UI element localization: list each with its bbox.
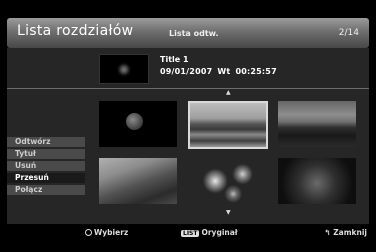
scroll-up-icon[interactable]: ▲	[226, 89, 231, 96]
chapter-list-screen: Lista rozdziałów Lista odtw. 2/14 Title …	[0, 0, 376, 252]
chapter-thumbnail-1[interactable]	[99, 101, 177, 147]
menu-item-combine[interactable]: Połącz	[7, 185, 85, 195]
close-hint: ↰ Zamknij	[324, 228, 367, 237]
header-bar: Lista rozdziałów Lista odtw. 2/14	[7, 18, 369, 48]
menu-item-delete[interactable]: Usuń	[7, 161, 85, 171]
close-label: Zamknij	[333, 228, 367, 237]
title-date: 09/01/2007	[160, 67, 213, 76]
list-button-icon: LIST	[181, 230, 200, 237]
selected-title-thumbnail	[99, 54, 149, 84]
scroll-down-icon[interactable]: ▼	[226, 209, 231, 216]
chapter-thumbnail-3[interactable]	[278, 101, 356, 147]
selected-title-meta: 09/01/2007 Wt 00:25:57	[160, 67, 282, 76]
select-label: Wybierz	[94, 228, 129, 237]
footer-hints: Wybierz LIST Oryginał ↰ Zamknij	[7, 224, 369, 240]
select-hint: Wybierz	[85, 228, 128, 237]
menu-item-move[interactable]: Przesuń	[7, 173, 85, 183]
title-weekday: Wt	[217, 67, 231, 76]
enter-button-icon	[85, 229, 92, 236]
menu-item-title[interactable]: Tytuł	[7, 149, 85, 159]
options-menu: Odtwórz Tytuł Usuń Przesuń Połącz	[7, 137, 85, 197]
playlist-tab[interactable]: Lista odtw.	[169, 29, 219, 38]
chapter-thumbnail-4[interactable]	[99, 158, 177, 204]
chapter-thumbnail-6[interactable]	[278, 158, 356, 204]
chapter-thumbnail-5[interactable]	[188, 158, 266, 204]
thumbnail-image	[126, 113, 143, 130]
page-title: Lista rozdziałów	[17, 23, 134, 39]
original-hint: LIST Oryginał	[181, 228, 238, 237]
chapter-thumbnail-2-selected[interactable]	[188, 101, 268, 149]
selected-title-name: Title 1	[160, 55, 189, 64]
chapter-counter: 2/14	[338, 28, 359, 38]
original-label: Oryginał	[201, 228, 238, 237]
title-duration: 00:25:57	[235, 67, 277, 76]
divider	[7, 88, 369, 89]
return-icon: ↰	[324, 228, 331, 237]
menu-item-play[interactable]: Odtwórz	[7, 137, 85, 147]
